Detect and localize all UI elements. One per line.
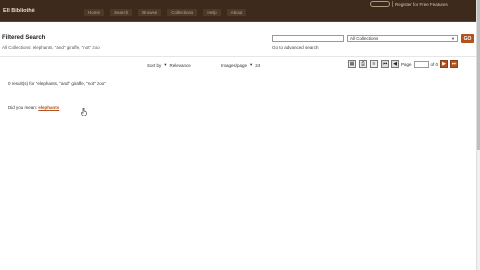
first-page-icon[interactable]: ⏮ bbox=[381, 60, 389, 68]
nav-item-collections[interactable]: Collections bbox=[167, 9, 198, 16]
sort-by-label: Sort by bbox=[147, 62, 162, 68]
list-view-icon[interactable]: ≡ bbox=[370, 60, 378, 68]
nav-item-home[interactable]: Home bbox=[84, 9, 105, 16]
images-per-page-value[interactable]: 24 bbox=[255, 63, 260, 68]
prev-page-icon[interactable]: ◀ bbox=[391, 60, 399, 68]
hand-cursor-icon bbox=[81, 108, 87, 116]
print-icon[interactable]: ⎙ bbox=[359, 60, 367, 68]
advanced-search-link[interactable]: Go to advanced search bbox=[272, 45, 319, 50]
header-utility: Register for Free Features bbox=[370, 1, 448, 7]
images-per-page-label[interactable]: Images/page bbox=[221, 63, 247, 68]
header-divider bbox=[392, 1, 393, 7]
next-page-icon[interactable]: ▶ bbox=[440, 60, 449, 68]
search-criteria: All Collections: elephants, "and" giraff… bbox=[2, 45, 100, 50]
vertical-scrollbar[interactable] bbox=[476, 0, 480, 270]
sort-control: Sort by ▾ Relevance bbox=[147, 62, 191, 68]
site-brand[interactable]: Ell Bibliothè bbox=[3, 8, 35, 14]
did-you-mean: Did you mean: elephants bbox=[8, 105, 59, 110]
partner-logo-icon bbox=[370, 1, 390, 7]
last-page-icon[interactable]: ⏭ bbox=[450, 60, 459, 68]
collection-select[interactable]: All Collections ▼ bbox=[347, 35, 458, 42]
nav-item-browse[interactable]: Browse bbox=[138, 9, 162, 16]
page-of-label: of 0 bbox=[430, 61, 439, 67]
chevron-down-icon[interactable]: ▾ bbox=[164, 62, 166, 68]
collection-select-value: All Collections bbox=[350, 36, 379, 41]
page-number-input[interactable] bbox=[413, 60, 429, 68]
sort-by-value[interactable]: Relevance bbox=[170, 63, 191, 68]
page-label: Page bbox=[401, 61, 412, 67]
grid-view-icon[interactable]: ▦ bbox=[348, 60, 356, 68]
register-link[interactable]: Register for Free Features bbox=[395, 2, 448, 7]
chevron-down-icon[interactable]: ▾ bbox=[250, 62, 252, 68]
toolbar-divider bbox=[0, 56, 476, 57]
chevron-down-icon: ▼ bbox=[451, 36, 455, 41]
search-input[interactable] bbox=[272, 35, 344, 42]
results-count: 0 result(s) for "elephants, "and" giraff… bbox=[8, 81, 106, 86]
nav-item-search[interactable]: Search bbox=[110, 9, 133, 16]
nav-item-about[interactable]: About bbox=[226, 9, 247, 16]
site-header: Ell Bibliothè Home Search Browse Collect… bbox=[0, 0, 476, 22]
page-title: Filtered Search bbox=[2, 35, 46, 41]
main-nav: Home Search Browse Collections Help Abou… bbox=[84, 9, 247, 16]
nav-item-help[interactable]: Help bbox=[203, 9, 221, 16]
suggestion-link[interactable]: elephants bbox=[38, 105, 59, 110]
view-tools: ▦ ⎙ ≡ bbox=[348, 60, 378, 68]
images-per-page-control: Images/page ▾ 24 bbox=[221, 62, 260, 68]
pagination: ⏮ ◀ Page of 0 ▶ ⏭ bbox=[381, 60, 459, 68]
go-button[interactable]: GO bbox=[461, 34, 474, 43]
did-you-mean-label: Did you mean: bbox=[8, 105, 38, 110]
